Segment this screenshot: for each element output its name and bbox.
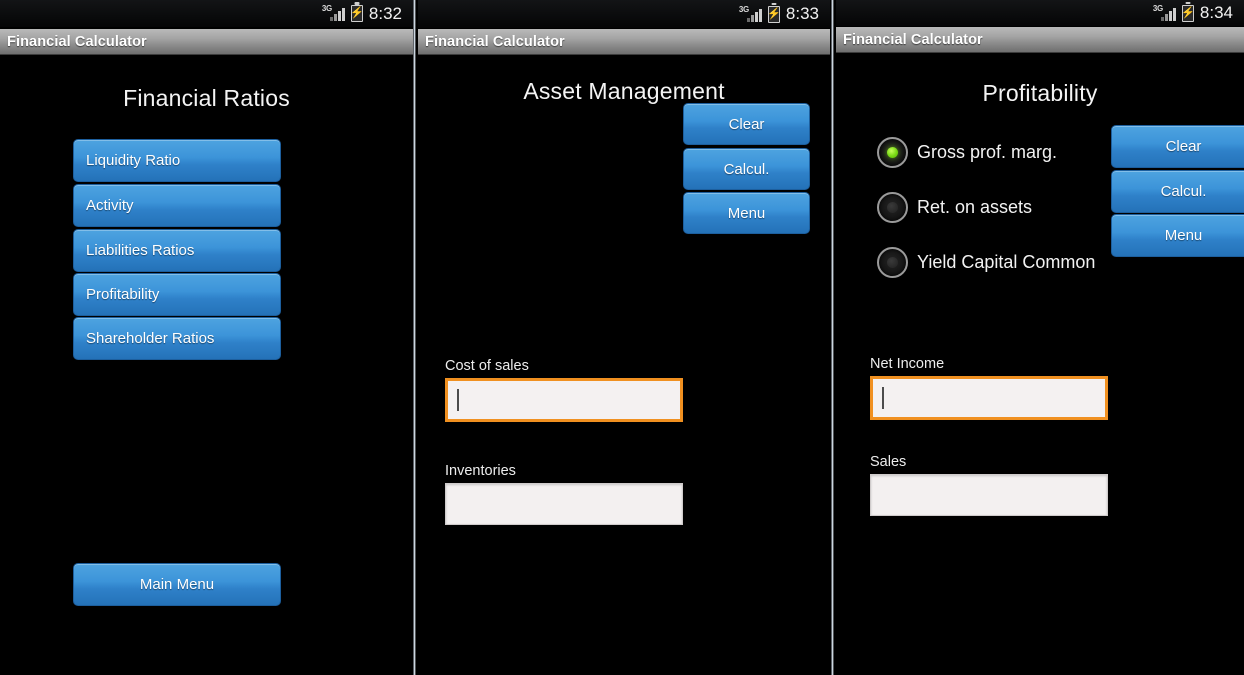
signal-bars-icon xyxy=(1160,7,1176,21)
phone-panel-financial-ratios: 3G ⚡ 8:32 Financial Calculator Financial… xyxy=(0,0,413,675)
clear-button[interactable]: Clear xyxy=(683,103,810,145)
app-title-bar: Financial Calculator xyxy=(836,27,1244,53)
radio-dot xyxy=(887,257,898,268)
clear-button-label: Clear xyxy=(728,115,765,133)
signal-bars-icon xyxy=(746,8,762,22)
menu-button[interactable]: Menu xyxy=(683,192,810,234)
menu-button-activity[interactable]: Activity xyxy=(73,184,281,227)
app-title-label: Financial Calculator xyxy=(843,31,983,48)
radio-row-gross-prof-marg[interactable]: Gross prof. marg. xyxy=(877,137,1057,168)
main-menu-button[interactable]: Main Menu xyxy=(73,563,281,606)
status-bar: 3G ⚡ 8:33 xyxy=(418,0,830,28)
bolt-glyph: ⚡ xyxy=(1181,6,1195,19)
inventories-input[interactable] xyxy=(445,483,683,525)
inventories-label: Inventories xyxy=(445,463,516,479)
signal-3g-icon: 3G xyxy=(322,5,345,22)
sales-label: Sales xyxy=(870,454,907,470)
signal-bars-icon xyxy=(329,8,345,21)
app-title-bar: Financial Calculator xyxy=(0,29,413,55)
battery-charging-icon: ⚡ xyxy=(767,5,781,23)
menu-button-label: Menu xyxy=(727,204,766,222)
signal-3g-icon: 3G xyxy=(1153,4,1176,22)
cost-of-sales-label: Cost of sales xyxy=(445,358,529,374)
battery-charging-icon: ⚡ xyxy=(350,5,364,22)
screenshot-stage: 3G ⚡ 8:32 Financial Calculator Financial… xyxy=(0,0,1244,675)
radio-button[interactable] xyxy=(877,137,908,168)
cost-of-sales-input[interactable] xyxy=(445,378,683,422)
radio-dot xyxy=(887,202,898,213)
panel-divider-1 xyxy=(413,0,416,675)
net-income-input[interactable] xyxy=(870,376,1108,420)
phone-panel-profitability: 3G ⚡ 8:34 Financial Calculator Profitabi… xyxy=(836,0,1244,675)
menu-button-liabilities-ratios[interactable]: Liabilities Ratios xyxy=(73,229,281,272)
screen-body: Profitability Gross prof. marg. Ret. on … xyxy=(836,54,1244,675)
menu-button-shareholder-ratios[interactable]: Shareholder Ratios xyxy=(73,317,281,360)
menu-button-label: Profitability xyxy=(86,286,160,303)
menu-button-label: Menu xyxy=(1164,227,1203,244)
screen-body: Asset Management Inventory Rotat. Days o… xyxy=(418,56,830,675)
text-cursor xyxy=(882,386,884,410)
radio-row-yield-capital-common[interactable]: Yield Capital Common xyxy=(877,247,1095,278)
status-bar: 3G ⚡ 8:32 xyxy=(0,0,413,27)
page-title: Profitability xyxy=(982,80,1098,106)
page-title: Asset Management xyxy=(523,78,725,104)
radio-button[interactable] xyxy=(877,192,908,223)
radio-dot xyxy=(887,147,898,158)
bolt-glyph: ⚡ xyxy=(350,7,364,19)
sales-input[interactable] xyxy=(870,474,1108,516)
radio-label: Ret. on assets xyxy=(917,197,1033,217)
menu-button-label: Shareholder Ratios xyxy=(86,330,215,347)
radio-label: Gross prof. marg. xyxy=(917,142,1058,162)
clear-button-label: Clear xyxy=(1165,138,1202,155)
clear-button[interactable]: Clear xyxy=(1111,125,1244,168)
page-title: Financial Ratios xyxy=(123,85,290,111)
calculate-button[interactable]: Calcul. xyxy=(683,148,810,190)
calculate-button-label: Calcul. xyxy=(1160,183,1207,200)
bolt-glyph: ⚡ xyxy=(767,7,781,20)
calculate-button[interactable]: Calcul. xyxy=(1111,170,1244,213)
panel-divider-2 xyxy=(831,0,834,675)
clock-label: 8:34 xyxy=(1199,3,1233,22)
calculate-button-label: Calcul. xyxy=(723,160,770,178)
battery-charging-icon: ⚡ xyxy=(1181,4,1195,22)
phone-panel-asset-management: 3G ⚡ 8:33 Financial Calculator Asset Man… xyxy=(418,0,830,675)
radio-button[interactable] xyxy=(877,247,908,278)
status-bar: 3G ⚡ 8:34 xyxy=(836,0,1244,26)
app-title-bar: Financial Calculator xyxy=(418,29,830,55)
app-title-label: Financial Calculator xyxy=(425,33,565,50)
menu-button-label: Activity xyxy=(86,197,134,214)
menu-button[interactable]: Menu xyxy=(1111,214,1244,257)
radio-row-ret-on-assets[interactable]: Ret. on assets xyxy=(877,192,1032,223)
main-menu-button-label: Main Menu xyxy=(139,576,215,593)
screen-body: Financial Ratios Liquidity Ratio Activit… xyxy=(0,56,413,675)
menu-button-liquidity-ratio[interactable]: Liquidity Ratio xyxy=(73,139,281,182)
clock-label: 8:32 xyxy=(368,3,402,23)
menu-button-label: Liquidity Ratio xyxy=(86,152,181,169)
text-cursor xyxy=(457,388,459,412)
radio-label: Yield Capital Common xyxy=(917,252,1096,272)
app-title-label: Financial Calculator xyxy=(7,33,147,50)
clock-label: 8:33 xyxy=(785,4,819,23)
net-income-label: Net Income xyxy=(870,356,945,372)
menu-button-profitability[interactable]: Profitability xyxy=(73,273,281,316)
menu-button-label: Liabilities Ratios xyxy=(86,242,195,259)
signal-3g-icon: 3G xyxy=(739,5,762,23)
